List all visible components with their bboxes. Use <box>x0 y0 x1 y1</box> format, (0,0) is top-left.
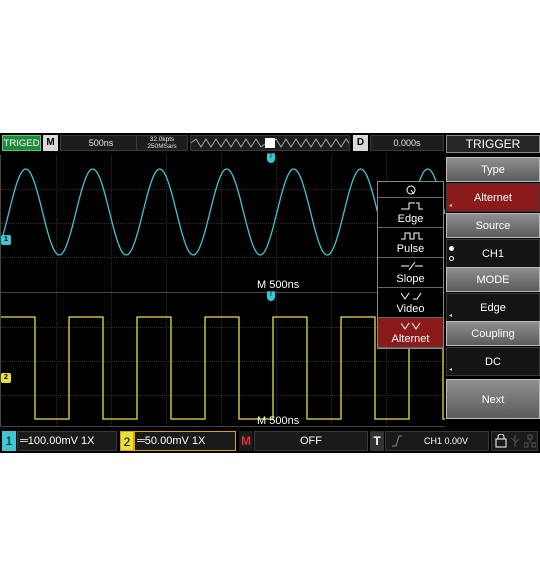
waveform-overview-bar <box>190 135 350 151</box>
menu-item-edge[interactable]: Edge <box>378 198 443 228</box>
menu-item-label: Slope <box>396 273 425 285</box>
sample-rate: 250MSa/s <box>147 143 177 150</box>
timebase-readout: 500ns <box>60 135 142 151</box>
network-icon <box>524 434 536 448</box>
panel-title: TRIGGER <box>446 135 540 153</box>
mode-value-text: Edge <box>480 302 506 314</box>
mode-softkey[interactable]: MODE <box>446 267 540 292</box>
coupling-value-text: DC <box>485 356 501 368</box>
menu-arrow-icon: ◂ <box>449 367 453 373</box>
knob-icon <box>406 185 416 195</box>
source-softkey[interactable]: Source <box>446 213 540 238</box>
mode-value[interactable]: Edge ◂ <box>446 293 540 322</box>
rising-edge-icon <box>392 435 402 447</box>
coupling-softkey[interactable]: Coupling <box>446 321 540 346</box>
slope-trigger-icon <box>401 261 423 271</box>
ch1-time-label: M 500ns <box>257 279 300 291</box>
ch2-trigger-position-marker[interactable]: T <box>267 291 275 301</box>
memory-info: 32.0kpts 250MSa/s <box>136 135 188 151</box>
trigger-position-marker[interactable]: T <box>267 153 275 163</box>
overview-waveform-icon <box>190 138 350 148</box>
coupling-value[interactable]: DC ◂ <box>446 347 540 376</box>
math-badge[interactable]: M <box>239 431 253 451</box>
menu-arrow-icon: ◂ <box>449 203 453 209</box>
menu-item-alternate[interactable]: Alternet <box>378 318 443 348</box>
usb-icon <box>510 435 520 447</box>
menu-item-label: Alternet <box>391 333 430 345</box>
lock-icon <box>495 434 507 448</box>
menu-item-pulse[interactable]: Pulse <box>378 228 443 258</box>
trigger-type-menu: Edge Pulse Slope Video Alternet <box>377 181 444 349</box>
ch1-level-marker[interactable]: 1 <box>1 235 11 245</box>
ch2-level-marker[interactable]: 2 <box>1 373 11 383</box>
video-trigger-icon <box>401 292 422 300</box>
oscilloscope-screen: TRIGED M 500ns 32.0kpts 250MSa/s D 0.000… <box>0 133 540 453</box>
trigger-status-badge: TRIGED <box>2 135 41 151</box>
math-readout[interactable]: OFF <box>254 431 368 451</box>
ch1-badge[interactable]: 1 <box>2 431 16 451</box>
trigger-readout[interactable]: CH1 0.00V <box>385 431 489 451</box>
menu-item-video[interactable]: Video <box>378 288 443 318</box>
trigger-info-text: CH1 0.00V <box>424 436 469 446</box>
ch1-scale-readout[interactable]: ═100.00mV 1X <box>17 431 117 451</box>
ch2-badge[interactable]: 2 <box>120 431 134 451</box>
menu-item-label: Video <box>396 303 425 315</box>
source-value[interactable]: CH1 <box>446 239 540 268</box>
edge-trigger-icon <box>401 202 423 210</box>
source-value-text: CH1 <box>481 248 504 260</box>
menu-arrow-icon: ◂ <box>449 313 453 319</box>
pulse-trigger-icon <box>401 232 423 240</box>
ch2-time-label: M 500ns <box>257 415 300 427</box>
trigger-badge[interactable]: T <box>370 431 384 451</box>
next-softkey[interactable]: Next <box>446 379 540 419</box>
menu-item-label: Edge <box>397 213 424 225</box>
alternate-trigger-icon <box>401 322 421 330</box>
trigger-menu-panel: TRIGGER Type Alternet ◂ Source CH1 MODE … <box>446 133 540 433</box>
bottom-status-bar: 1 ═100.00mV 1X 2 ═50.00mV 1X M OFF T CH1… <box>0 429 540 453</box>
status-icons <box>491 431 538 451</box>
type-value-text: Alternet <box>474 192 512 204</box>
radio-unselected-icon <box>449 256 454 261</box>
radio-selected-icon <box>449 246 454 251</box>
menu-scroll-handle[interactable] <box>378 182 443 198</box>
type-softkey[interactable]: Type <box>446 157 540 182</box>
delay-readout: 0.000s <box>370 135 444 151</box>
menu-item-slope[interactable]: Slope <box>378 258 443 288</box>
main-timebase-badge: M <box>43 135 58 151</box>
delay-badge: D <box>353 135 368 151</box>
ch2-scale-readout[interactable]: ═50.00mV 1X <box>134 431 236 451</box>
type-value[interactable]: Alternet ◂ <box>446 183 540 212</box>
memory-depth: 32.0kpts <box>149 136 175 143</box>
menu-item-label: Pulse <box>396 243 425 255</box>
